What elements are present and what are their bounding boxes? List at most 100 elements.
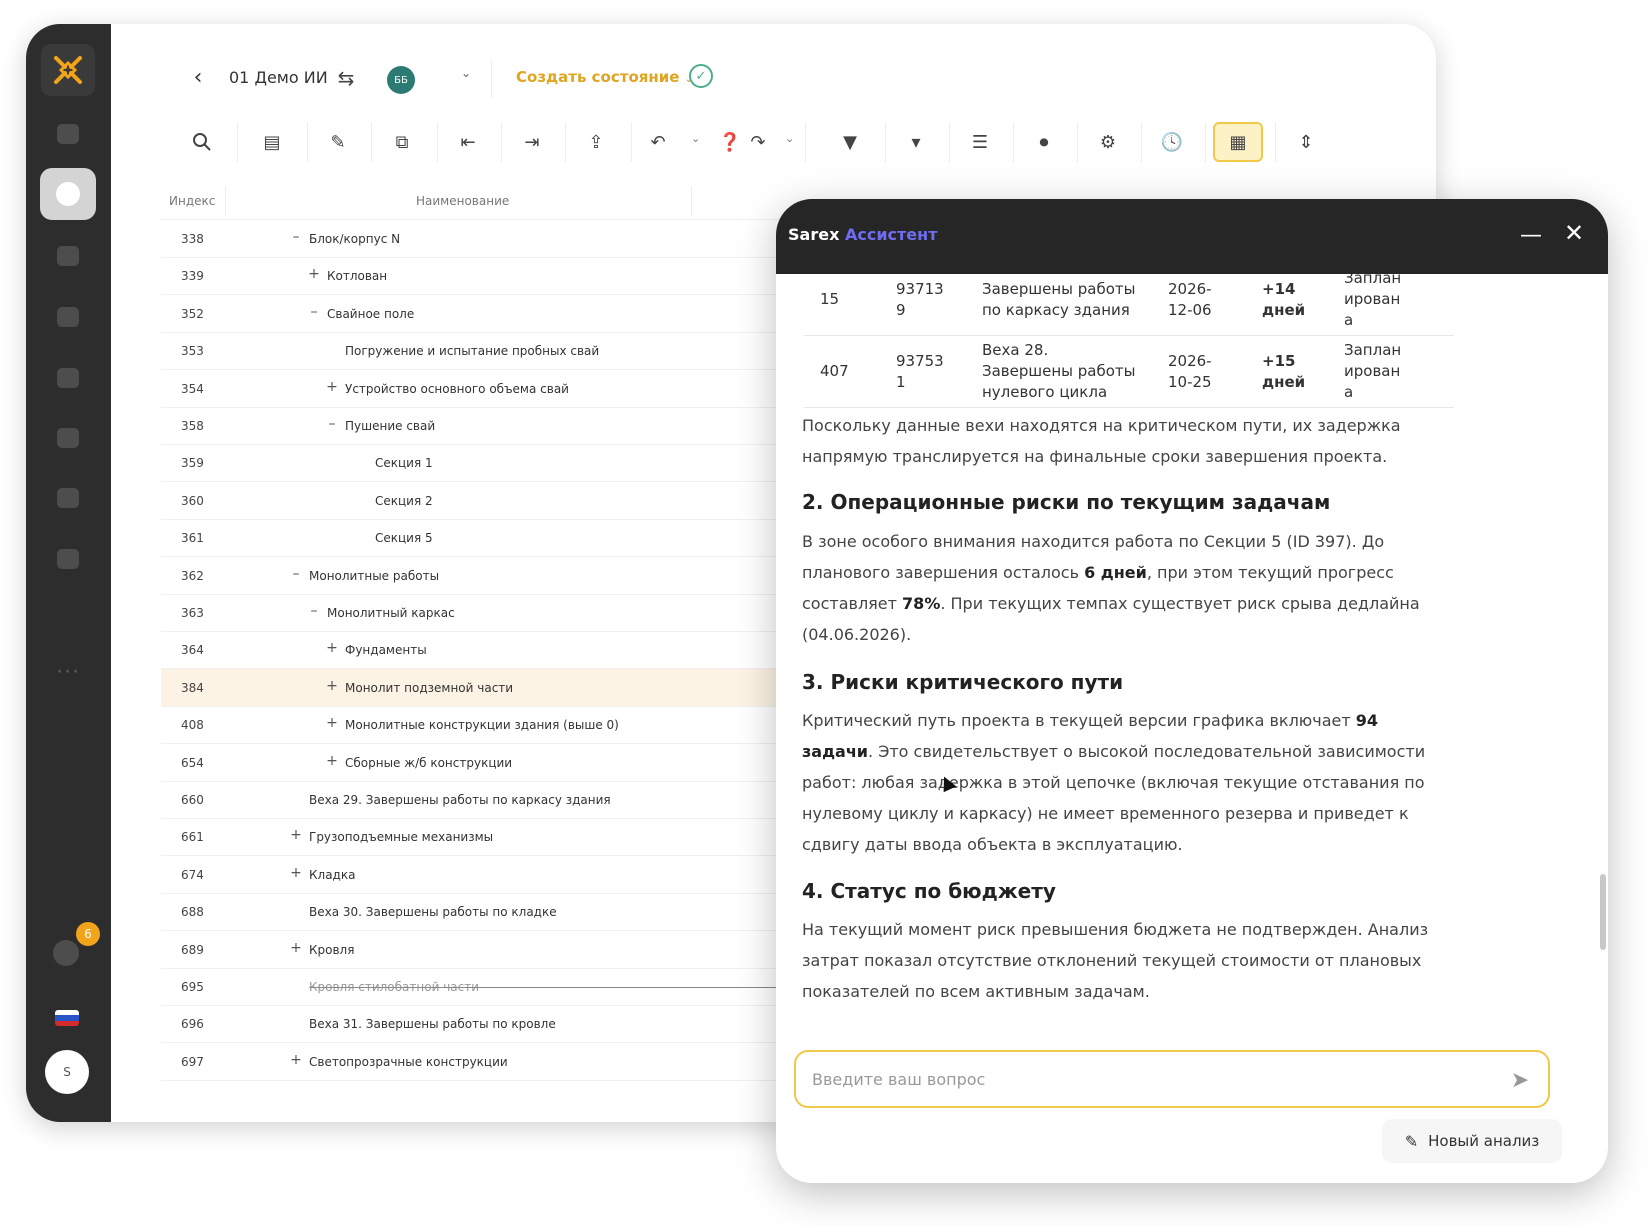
outdent-icon[interactable]: ⇤ [443, 122, 493, 162]
collapse-icon[interactable]: – [289, 566, 303, 582]
column-header-name[interactable]: Наименование [416, 194, 509, 208]
reports-icon[interactable] [52, 543, 84, 575]
resources-icon[interactable]: ⚙ [1083, 122, 1133, 162]
expand-icon[interactable]: + [289, 940, 303, 956]
table-row[interactable]: 408 + Монолитные конструкции здания (выше … [161, 706, 861, 745]
table-row[interactable]: 360 Секция 2 [161, 482, 861, 520]
undo-icon[interactable]: ↶ [633, 122, 683, 162]
row-index: 361 [181, 531, 204, 546]
chevron-down-icon[interactable]: ⌄ [461, 66, 471, 80]
table-row[interactable]: 697 + Светопрозрачные конструкции [161, 1043, 861, 1081]
table-row[interactable]: 352 – Свайное поле [161, 295, 861, 333]
create-state-button[interactable]: Создать состояние ⌄ [516, 68, 693, 86]
expand-icon[interactable]: + [325, 640, 339, 656]
more-icon[interactable]: ··· [52, 660, 84, 685]
collapse-icon[interactable]: – [307, 304, 321, 320]
milestone-status: Заплан ирован а [1344, 274, 1402, 329]
table-row[interactable]: 384 + Монолит подземной части [161, 668, 861, 707]
redo-icon[interactable]: ↷ [733, 122, 783, 162]
project-name[interactable]: 01 Демо ИИ [229, 68, 328, 87]
expand-icon[interactable]: + [325, 678, 339, 694]
column-header-index[interactable]: Индекс [169, 194, 215, 208]
expand-collapse-icon[interactable]: ⇕ [1281, 122, 1331, 162]
collapse-icon[interactable]: – [307, 603, 321, 619]
video-icon[interactable] [52, 118, 84, 150]
app-logo[interactable] [41, 44, 95, 96]
send-icon[interactable]: ➤ [1504, 1066, 1536, 1094]
expand-icon[interactable]: + [289, 827, 303, 843]
milestones-table: 15 93713 9 Завершены работы по каркасу зда… [804, 274, 1454, 408]
chevron-down-icon[interactable]: ⌄ [691, 132, 700, 145]
sort-icon[interactable]: ☰ [955, 122, 1005, 162]
analytics-icon[interactable] [52, 482, 84, 514]
row-name: Свайное поле [327, 306, 415, 321]
export-icon[interactable]: ⇪ [571, 122, 621, 162]
close-icon[interactable]: ✕ [1562, 219, 1586, 247]
copy-icon[interactable]: ⧉ [377, 122, 427, 162]
expand-icon[interactable]: + [307, 266, 321, 282]
filter-icon[interactable]: ▼ [825, 122, 875, 162]
check-icon[interactable]: ✓ [689, 64, 713, 88]
table-row[interactable]: 364 + Фундаменты [161, 631, 861, 670]
assistant-messages[interactable]: 15 93713 9 Завершены работы по каркасу зда… [776, 274, 1608, 1042]
clock-nav-icon[interactable] [40, 168, 96, 220]
table-row[interactable]: 688 Веха 30. Завершены работы по кладке [161, 893, 861, 932]
scrollbar[interactable] [1600, 874, 1606, 950]
expand-icon[interactable]: + [289, 1052, 303, 1068]
table-row[interactable]: 689 + Кровля [161, 931, 861, 969]
table-row[interactable]: 660 Веха 29. Завершены работы по каркасу … [161, 781, 861, 819]
table-row[interactable]: 354 + Устройство основного объема свай [161, 370, 861, 408]
back-icon[interactable]: ‹ [183, 62, 213, 92]
budget-paragraph: На текущий момент риск превышения бюджет… [802, 920, 1429, 1001]
row-name: Котлован [327, 269, 388, 284]
table-row[interactable]: 661 + Грузоподъемные механизмы [161, 818, 861, 857]
expand-icon[interactable]: + [325, 715, 339, 731]
collapse-icon[interactable]: – [325, 416, 339, 432]
section-heading-budget: 4. Статус по бюджету [802, 879, 1056, 903]
warning-icon[interactable]: ⏺ [1019, 122, 1069, 162]
cp-text-2: . Это свидетельствует о высокой последов… [802, 742, 1426, 854]
marker-icon[interactable]: ▾ [891, 122, 941, 162]
row-name: Секция 2 [375, 493, 433, 508]
table-row[interactable]: 353 Погружение и испытание пробных свай [161, 332, 861, 371]
table-row[interactable]: 674 + Кладка [161, 856, 861, 894]
user-selector-avatar[interactable]: ББ [387, 66, 415, 94]
collapse-icon[interactable]: – [289, 229, 303, 245]
table-row[interactable]: 338 – Блок/корпус N [161, 220, 861, 258]
chevron-down-icon[interactable]: ⌄ [785, 132, 794, 145]
question-input-box[interactable]: ➤ [794, 1050, 1550, 1108]
minimize-icon[interactable]: — [1520, 223, 1542, 248]
user-avatar[interactable]: S [45, 1050, 89, 1094]
search-icon[interactable] [177, 122, 227, 162]
edit-icon[interactable]: ✎ [313, 122, 363, 162]
add-task-icon[interactable]: ▤ [247, 122, 297, 162]
switch-project-icon[interactable]: ⇆ [331, 64, 361, 92]
expand-icon[interactable]: + [325, 753, 339, 769]
table-row[interactable]: 696 Веха 31. Завершены работы по кровле [161, 1005, 861, 1044]
table-row[interactable]: 695 Кровля стилобатной части [161, 968, 866, 1006]
alerts-icon[interactable] [52, 301, 84, 333]
divider [1275, 122, 1276, 162]
table-view-icon[interactable]: ▦ [1213, 122, 1263, 162]
notifications-icon[interactable] [53, 940, 79, 966]
table-row[interactable]: 359 Секция 1 [161, 444, 861, 483]
question-input[interactable] [812, 1068, 1472, 1090]
table-row[interactable]: 363 – Монолитный каркас [161, 594, 861, 632]
table-row[interactable]: 361 Секция 5 [161, 519, 861, 558]
milestone-row: 407 93753 1 Веха 28. Завершены работы нуле… [804, 336, 1454, 408]
language-flag-icon[interactable] [55, 1010, 79, 1026]
documents-icon[interactable] [52, 240, 84, 272]
table-row[interactable]: 362 – Монолитные работы [161, 557, 861, 595]
new-analysis-button[interactable]: ✎ Новый анализ [1382, 1119, 1562, 1163]
table-row[interactable]: 654 + Сборные ж/б конструкции [161, 744, 861, 782]
table-row[interactable]: 339 + Котлован [161, 257, 861, 296]
indent-icon[interactable]: ⇥ [507, 122, 557, 162]
gantt-icon[interactable] [52, 362, 84, 394]
expand-icon[interactable]: + [289, 865, 303, 881]
calendar-icon[interactable] [52, 422, 84, 454]
expand-icon[interactable]: + [325, 379, 339, 395]
row-name: Кровля [309, 942, 355, 957]
logo-icon [54, 56, 82, 84]
clock-icon[interactable]: 🕓 [1147, 122, 1197, 162]
table-row[interactable]: 358 – Пушение свай [161, 407, 861, 445]
